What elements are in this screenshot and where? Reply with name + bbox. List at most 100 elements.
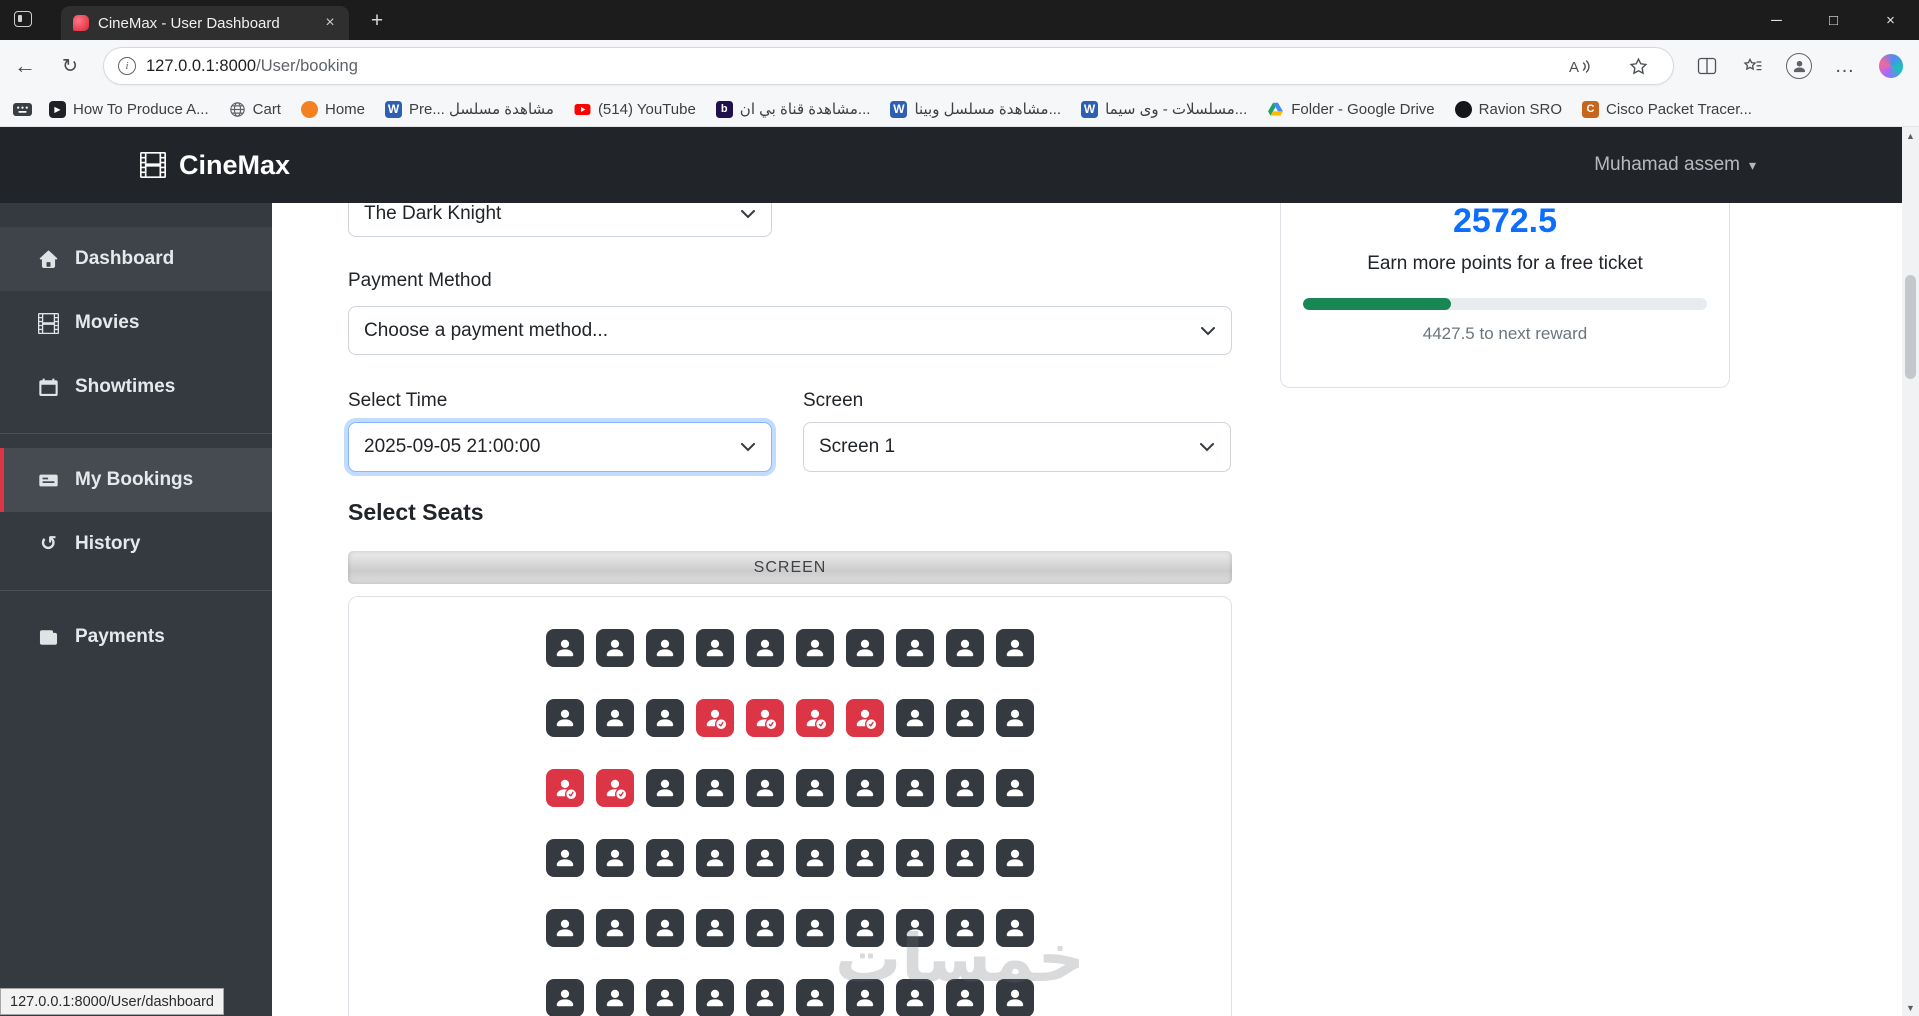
seat-available[interactable] xyxy=(546,629,584,667)
bookmark-item[interactable]: b مشاهدة قناة بي ان... xyxy=(706,96,881,122)
seat-available[interactable] xyxy=(646,769,684,807)
back-icon[interactable]: ← xyxy=(7,48,43,84)
seat-available[interactable] xyxy=(996,979,1034,1016)
seat-available[interactable] xyxy=(896,769,934,807)
bookmark-item[interactable]: Folder - Google Drive xyxy=(1257,97,1444,122)
seat-available[interactable] xyxy=(946,979,984,1016)
seat-booked[interactable] xyxy=(696,699,734,737)
seat-available[interactable] xyxy=(646,629,684,667)
minimize-button[interactable]: ─ xyxy=(1748,0,1805,40)
sidebar-item-my-bookings[interactable]: My Bookings xyxy=(0,448,272,512)
seat-available[interactable] xyxy=(646,839,684,877)
page-scrollbar[interactable]: ▲ ▼ xyxy=(1902,127,1919,1016)
seat-available[interactable] xyxy=(796,909,834,947)
browser-tab[interactable]: CineMax - User Dashboard × xyxy=(61,6,349,40)
favorites-hub-icon[interactable] xyxy=(1736,49,1770,83)
seat-available[interactable] xyxy=(596,909,634,947)
seat-available[interactable] xyxy=(596,699,634,737)
read-aloud-icon[interactable]: A xyxy=(1563,49,1597,83)
seat-available[interactable] xyxy=(896,839,934,877)
apps-icon[interactable] xyxy=(12,100,33,119)
sidebar-item-payments[interactable]: Payments xyxy=(0,605,272,669)
seat-available[interactable] xyxy=(946,769,984,807)
user-menu[interactable]: Muhamad assem ▾ xyxy=(1594,154,1756,176)
seat-available[interactable] xyxy=(846,909,884,947)
seat-available[interactable] xyxy=(746,909,784,947)
seat-available[interactable] xyxy=(646,909,684,947)
seat-booked[interactable] xyxy=(596,769,634,807)
seat-available[interactable] xyxy=(996,769,1034,807)
seat-available[interactable] xyxy=(646,979,684,1016)
scroll-up-icon[interactable]: ▲ xyxy=(1902,127,1919,144)
seat-available[interactable] xyxy=(696,909,734,947)
seat-available[interactable] xyxy=(546,909,584,947)
seat-available[interactable] xyxy=(796,839,834,877)
seat-available[interactable] xyxy=(996,629,1034,667)
seat-available[interactable] xyxy=(546,839,584,877)
seat-available[interactable] xyxy=(846,629,884,667)
seat-available[interactable] xyxy=(596,979,634,1016)
profile-avatar-icon[interactable] xyxy=(1782,49,1816,83)
seat-booked[interactable] xyxy=(746,699,784,737)
seat-available[interactable] xyxy=(796,769,834,807)
seat-booked[interactable] xyxy=(846,699,884,737)
seat-available[interactable] xyxy=(546,699,584,737)
seat-available[interactable] xyxy=(946,699,984,737)
seat-available[interactable] xyxy=(746,979,784,1016)
sidebar-item-movies[interactable]: Movies xyxy=(0,291,272,355)
settings-more-icon[interactable]: … xyxy=(1828,49,1862,83)
payment-method-select[interactable]: Choose a payment method... xyxy=(348,306,1232,355)
seat-available[interactable] xyxy=(646,699,684,737)
scrollbar-thumb[interactable] xyxy=(1905,275,1916,379)
tab-close-icon[interactable]: × xyxy=(319,12,341,34)
bookmark-item[interactable]: C Cisco Packet Tracer... xyxy=(1572,97,1762,122)
seat-available[interactable] xyxy=(846,839,884,877)
bookmark-item[interactable]: W مشاهدة مسلسل وبينا... xyxy=(880,96,1071,122)
screen-select[interactable]: Screen 1 xyxy=(803,422,1231,472)
copilot-icon[interactable] xyxy=(1874,49,1908,83)
sidebar-item-showtimes[interactable]: Showtimes xyxy=(0,355,272,419)
seat-available[interactable] xyxy=(596,629,634,667)
seat-available[interactable] xyxy=(996,909,1034,947)
seat-booked[interactable] xyxy=(546,769,584,807)
favorite-star-icon[interactable] xyxy=(1621,49,1655,83)
seat-available[interactable] xyxy=(996,839,1034,877)
address-bar[interactable]: i 127.0.0.1:8000/User/booking A xyxy=(103,47,1674,85)
seat-available[interactable] xyxy=(546,979,584,1016)
seat-available[interactable] xyxy=(846,979,884,1016)
seat-available[interactable] xyxy=(696,839,734,877)
seat-available[interactable] xyxy=(896,629,934,667)
bookmark-item[interactable]: Cart xyxy=(219,97,291,122)
bookmark-item[interactable]: Ravion SRO xyxy=(1445,97,1572,122)
refresh-icon[interactable]: ↻ xyxy=(52,48,88,84)
seat-available[interactable] xyxy=(746,769,784,807)
seat-available[interactable] xyxy=(896,699,934,737)
seat-available[interactable] xyxy=(996,699,1034,737)
seat-available[interactable] xyxy=(896,909,934,947)
split-screen-icon[interactable] xyxy=(1690,49,1724,83)
seat-available[interactable] xyxy=(596,839,634,877)
seat-available[interactable] xyxy=(796,979,834,1016)
bookmark-item[interactable]: ▶ How To Produce A... xyxy=(39,97,219,122)
sidebar-item-history[interactable]: ↺ History xyxy=(0,512,272,576)
bookmark-item[interactable]: Home xyxy=(291,97,375,122)
bookmark-item[interactable]: (514) YouTube xyxy=(564,97,706,122)
time-select[interactable]: 2025-09-05 21:00:00 xyxy=(348,422,772,472)
bookmark-item[interactable]: W Pre... مشاهدة مسلسل xyxy=(375,96,564,122)
sidebar-item-dashboard[interactable]: Dashboard xyxy=(0,227,272,291)
seat-available[interactable] xyxy=(746,839,784,877)
seat-booked[interactable] xyxy=(796,699,834,737)
site-info-icon[interactable]: i xyxy=(118,57,136,75)
seat-available[interactable] xyxy=(846,769,884,807)
maximize-button[interactable]: □ xyxy=(1805,0,1862,40)
seat-available[interactable] xyxy=(696,979,734,1016)
bookmark-item[interactable]: W مسلسلات - وى سيما... xyxy=(1071,96,1257,122)
new-tab-button[interactable]: + xyxy=(362,7,392,35)
tab-actions-icon[interactable] xyxy=(14,11,32,27)
seat-available[interactable] xyxy=(696,769,734,807)
brand[interactable]: CineMax xyxy=(140,150,290,181)
seat-available[interactable] xyxy=(746,629,784,667)
seat-available[interactable] xyxy=(696,629,734,667)
close-button[interactable]: × xyxy=(1862,0,1919,40)
seat-available[interactable] xyxy=(946,839,984,877)
